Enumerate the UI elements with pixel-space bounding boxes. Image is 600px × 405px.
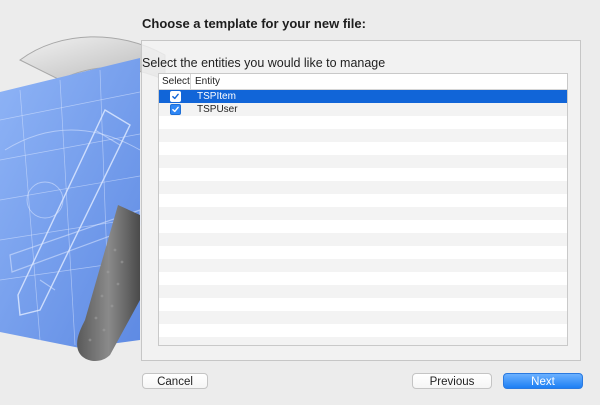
template-options-panel: Select the entities you would like to ma… — [141, 40, 581, 361]
previous-button[interactable]: Previous — [412, 373, 492, 389]
dialog-title: Choose a template for your new file: — [142, 16, 366, 31]
next-button[interactable]: Next — [503, 373, 583, 389]
cancel-button[interactable]: Cancel — [142, 373, 208, 389]
checkmark-icon — [171, 106, 179, 113]
column-header-entity[interactable]: Entity — [191, 74, 567, 89]
table-header: Select Entity — [159, 74, 567, 90]
entity-table: Select Entity TSPItem TSPUser — [158, 73, 568, 346]
table-body: TSPItem TSPUser — [159, 90, 567, 345]
instruction-label: Select the entities you would like to ma… — [142, 56, 386, 70]
entity-checkbox[interactable] — [169, 91, 181, 102]
table-row[interactable]: TSPItem — [159, 90, 567, 103]
entity-checkbox[interactable] — [169, 104, 181, 115]
entity-name: TSPItem — [197, 91, 236, 102]
table-row[interactable]: TSPUser — [159, 103, 567, 116]
entity-name: TSPUser — [197, 104, 238, 115]
checkmark-icon — [171, 93, 179, 100]
select-cell — [159, 91, 191, 102]
select-cell — [159, 104, 191, 115]
column-header-select[interactable]: Select — [159, 74, 191, 89]
